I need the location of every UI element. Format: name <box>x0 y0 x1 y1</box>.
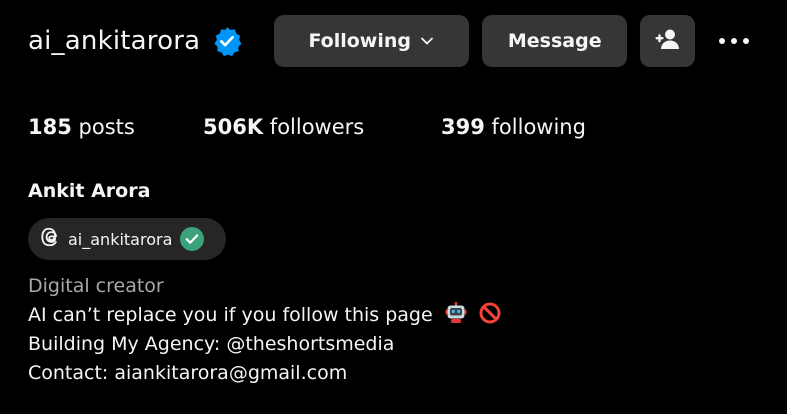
username: ai_ankitarora <box>28 26 201 56</box>
profile-stats: 185 posts 506K followers 399 following <box>28 115 586 139</box>
following-button[interactable]: Following <box>274 15 470 67</box>
threads-badge-link[interactable]: ai_ankitarora <box>28 218 226 260</box>
following-button-label: Following <box>308 30 411 52</box>
bio-line: Contact: aiankitarora@gmail.com <box>28 362 348 384</box>
bio-line: Building My Agency: @theshortsmedia <box>28 333 395 355</box>
threads-handle: ai_ankitarora <box>68 229 173 249</box>
message-button-label: Message <box>507 30 602 52</box>
bio: Digital creator AI can’t replace you if … <box>28 272 501 388</box>
check-icon <box>180 227 205 251</box>
verified-badge-icon <box>212 26 242 56</box>
posts-count: 185 posts <box>28 115 135 139</box>
prohibited-emoji-icon <box>479 302 501 324</box>
add-user-button[interactable] <box>640 15 696 67</box>
chevron-down-icon <box>419 33 435 49</box>
robot-emoji-icon <box>445 302 467 324</box>
full-name: Ankit Arora <box>28 180 151 202</box>
message-button[interactable]: Message <box>482 15 628 67</box>
more-options-icon[interactable] <box>715 32 753 50</box>
category-label: Digital creator <box>28 275 164 297</box>
bio-line-text: AI can’t replace you if you follow this … <box>28 304 433 326</box>
bio-line: AI can’t replace you if you follow this … <box>28 301 501 330</box>
followers-link[interactable]: 506K followers <box>203 115 441 139</box>
add-user-icon <box>655 28 681 55</box>
profile-header: ai_ankitarora Following Message <box>28 14 787 68</box>
following-link[interactable]: 399 following <box>441 115 586 139</box>
threads-logo-icon <box>40 226 62 252</box>
